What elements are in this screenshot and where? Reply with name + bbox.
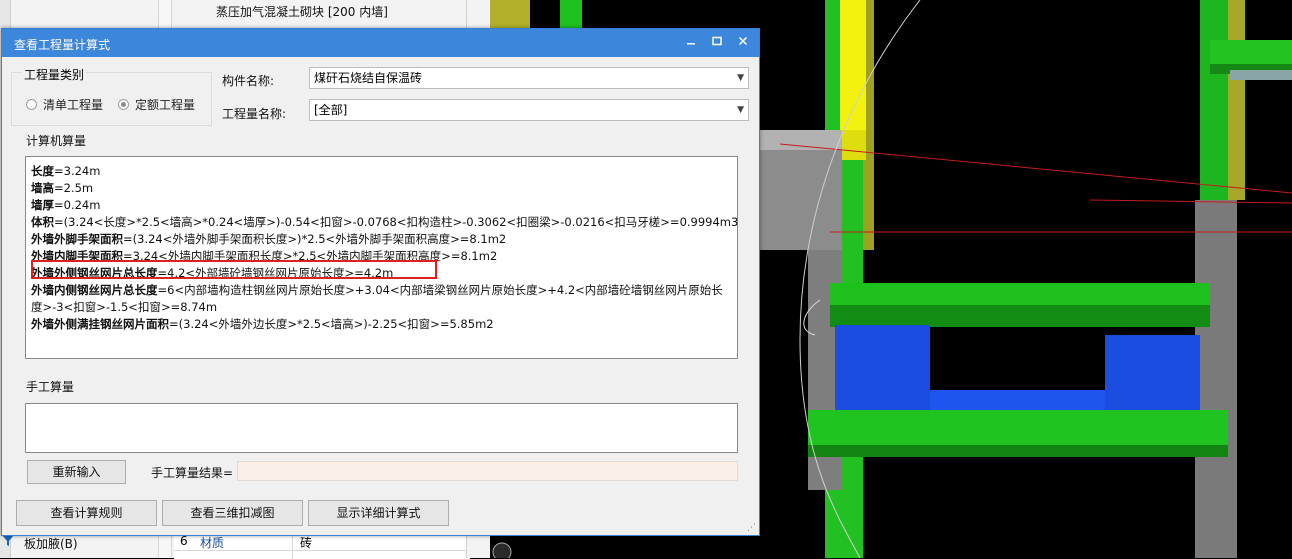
quantity-type-title: 工程量类别 [22, 66, 87, 83]
calc-line-name: 墙高 [31, 181, 54, 195]
dialog-title: 查看工程量计算式 [14, 38, 111, 52]
calc-line-length: 长度=3.24m [31, 163, 732, 180]
calc-line-volume: 体积=(3.24<长度>*2.5<墙高>*0.24<墙厚>)-0.54<扣窗>-… [31, 214, 738, 231]
view-3d-deduction-button[interactable]: 查看三维扣减图 [162, 500, 303, 526]
calc-line-expression: =0.24m [54, 198, 101, 212]
calc-line-expression: =(3.24<外墙外脚手架面积长度>)*2.5<外墙外脚手架面积高度>=8.1m… [123, 232, 507, 246]
component-list-item[interactable]: 蒸压加气混凝土砌块 [200 内墙] [216, 3, 388, 20]
calc-line-expression: =2.5m [54, 181, 94, 195]
manual-result-field [237, 461, 738, 481]
maximize-button[interactable] [706, 33, 728, 53]
show-detail-formula-button[interactable]: 显示详细计算式 [308, 500, 449, 526]
chevron-down-icon: ▼ [737, 105, 744, 115]
calc-line-expression: =3.24<外墙内脚手架面积长度>*2.5<外墙内脚手架面积高度>=8.1m2 [123, 249, 498, 263]
calc-line-name: 外墙外侧钢丝网片总长度 [31, 266, 158, 280]
radio-bill-quantity-label: 清单工程量 [43, 98, 104, 112]
property-table: 6 材质 砖 [174, 532, 470, 559]
calc-line-expression: =3.24m [54, 164, 101, 178]
radio-quota-quantity-dot[interactable] [118, 99, 129, 110]
calc-line-name: 外墙外脚手架面积 [31, 232, 123, 246]
calc-line-expression: =(3.24<外墙外边长度>*2.5<墙高>)-2.25<扣窗>=5.85m2 [169, 317, 494, 331]
calc-line-inner-mesh-length: 外墙内侧钢丝网片总长度=6<内部墙构造柱钢丝网片原始长度>+3.04<内部墙梁钢… [31, 282, 732, 316]
chevron-down-icon: ▼ [737, 73, 744, 83]
quantity-name-combo[interactable]: [全部] ▼ [309, 99, 749, 121]
calc-line-full-mesh-area: 外墙外侧满挂钢丝网片面积=(3.24<外墙外边长度>*2.5<墙高>)-2.25… [31, 316, 732, 333]
resize-grip-icon[interactable]: ⋰ [747, 523, 756, 533]
calc-line-wall-height: 墙高=2.5m [31, 180, 732, 197]
calc-line-name: 外墙内脚手架面积 [31, 249, 123, 263]
calc-line-outer-scaffold-area: 外墙外脚手架面积=(3.24<外墙外脚手架面积长度>)*2.5<外墙外脚手架面积… [31, 231, 732, 248]
tree-item-slab-haunch[interactable]: 板加腋(B) [24, 535, 78, 552]
property-row-value[interactable]: 砖 [300, 534, 312, 551]
manual-result-label: 手工算量结果= [151, 466, 234, 480]
dialog-titlebar[interactable]: 查看工程量计算式 [2, 29, 759, 57]
calc-line-outer-mesh-length: 外墙外侧钢丝网片总长度=4.2<外部墙砼墙钢丝网片原始长度>=4.2m [31, 265, 732, 282]
close-icon [738, 36, 748, 46]
manual-calculation-input[interactable] [25, 403, 738, 453]
calc-line-name: 长度 [31, 164, 54, 178]
maximize-icon [712, 36, 722, 46]
calc-line-wall-thickness: 墙厚=0.24m [31, 197, 732, 214]
property-row-number: 6 [180, 534, 188, 548]
calc-line-name: 墙厚 [31, 198, 54, 212]
component-name-label: 构件名称: [222, 74, 275, 88]
calculation-dialog: 查看工程量计算式 工程量类别 清单工程量 定额工程量 构件名称: 煤矸石烧结自保… [1, 28, 760, 536]
radio-quota-quantity-label: 定额工程量 [135, 98, 196, 112]
view-rules-button[interactable]: 查看计算规则 [16, 500, 157, 526]
calc-line-name: 外墙外侧满挂钢丝网片面积 [31, 317, 169, 331]
reenter-button[interactable]: 重新输入 [27, 460, 126, 484]
calc-line-inner-scaffold-area: 外墙内脚手架面积=3.24<外墙内脚手架面积长度>*2.5<外墙内脚手架面积高度… [31, 248, 732, 265]
filter-icon[interactable] [2, 535, 16, 549]
quantity-name-label: 工程量名称: [222, 107, 287, 121]
manual-calculation-title: 手工算量 [26, 380, 75, 394]
radio-bill-quantity-dot[interactable] [26, 99, 37, 110]
property-column-divider [292, 533, 293, 559]
calc-line-expression: =(3.24<长度>*2.5<墙高>*0.24<墙厚>)-0.54<扣窗>-0.… [54, 215, 739, 229]
quantity-name-value: [全部] [314, 103, 348, 117]
minimize-icon [687, 43, 695, 45]
calc-line-name: 外墙内侧钢丝网片总长度 [31, 283, 158, 297]
calc-line-name: 体积 [31, 215, 54, 229]
radio-bill-quantity[interactable]: 清单工程量 [26, 96, 103, 113]
computer-calculation-text[interactable]: 长度=3.24m 墙高=2.5m 墙厚=0.24m 体积=(3.24<长度>*2… [25, 156, 738, 359]
minimize-button[interactable] [680, 33, 702, 53]
property-row-name: 材质 [200, 536, 225, 550]
component-name-value: 煤矸石烧结自保温砖 [314, 71, 423, 85]
close-button[interactable] [732, 33, 754, 53]
computer-calculation-title: 计算机算量 [26, 134, 87, 148]
calc-line-expression: =4.2<外部墙砼墙钢丝网片原始长度>=4.2m [157, 266, 394, 280]
component-name-combo[interactable]: 煤矸石烧结自保温砖 ▼ [309, 67, 749, 89]
radio-quota-quantity[interactable]: 定额工程量 [118, 96, 195, 113]
